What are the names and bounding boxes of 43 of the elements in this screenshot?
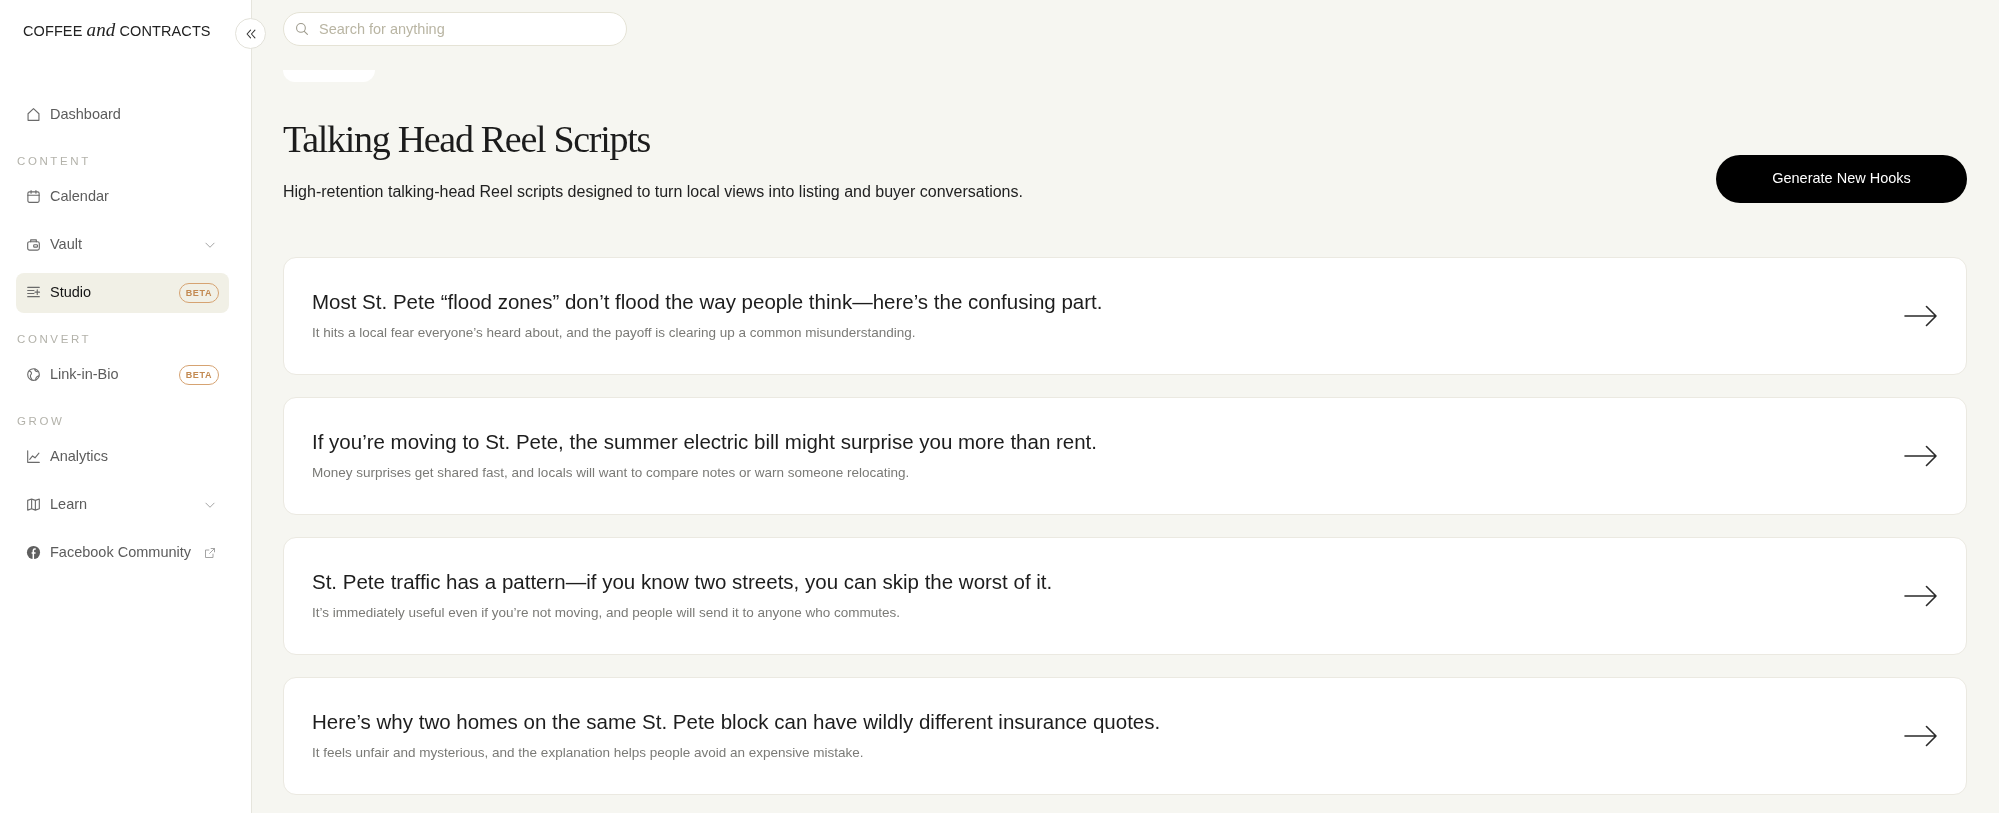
arrow-right-icon (1904, 583, 1937, 608)
calendar-icon (26, 189, 41, 204)
hook-title: Here’s why two homes on the same St. Pete block can have wildly different insurance quotes. (312, 708, 1161, 735)
arrow-right-icon (1904, 303, 1937, 328)
hook-description: Money surprises get shared fast, and locals will want to compare notes or warn someone relocating. (312, 463, 911, 482)
search-field[interactable]: Search for anything (283, 12, 627, 46)
nav-item[interactable]: Link-in-Bio BETA (16, 354, 229, 395)
hook-card[interactable]: St. Pete traffic has a pattern—if you know two streets, you can skip the worst of it. It’s immediately useful even if you’re not moving, and people will send it to anyone who commutes. (283, 536, 1967, 655)
facebook-icon (26, 545, 41, 560)
page-title: Talking Head Reel Scripts (283, 118, 651, 162)
hook-description: It’s immediately useful even if you’re not moving, and people will send it to anyone who commutes. (312, 603, 902, 622)
nav-item[interactable]: Facebook Community (16, 532, 229, 573)
nav-item[interactable]: Learn (16, 484, 229, 525)
arrow-right-icon (1904, 723, 1937, 748)
hook-card[interactable]: Most St. Pete “flood zones” don’t flood the way people think—here’s the confusing part. It hits a local fear everyone’s heard about, and the payoff is clearing up a common misunderstanding. (283, 256, 1967, 375)
hook-description: It feels unfair and mysterious, and the explanation helps people avoid an expensive mistake. (312, 743, 865, 762)
external-link-icon (204, 546, 216, 559)
nav-item[interactable]: Calendar (16, 176, 229, 217)
nav-item[interactable]: Studio BETA (16, 272, 229, 313)
nav-item[interactable]: Analytics (16, 436, 229, 477)
text-lines-icon (26, 285, 41, 300)
collapse-sidebar-button[interactable] (235, 18, 266, 49)
nav-item[interactable]: Dashboard (16, 94, 229, 135)
hook-title: St. Pete traffic has a pattern—if you know two streets, you can skip the worst of it. (312, 568, 1053, 595)
page-subtitle: High-retention talking-head Reel scripts designed to turn local views into listing and buyer conversations. (283, 181, 1023, 202)
hook-card[interactable]: If you’re moving to St. Pete, the summer electric bill might surprise you more than rent. Money surprises get shared fast, and locals will want to compare notes or warn someone relocating. (283, 396, 1967, 515)
search-icon (295, 22, 309, 36)
generate-hooks-button[interactable]: Generate New Hooks (1716, 154, 1967, 203)
hook-title: If you’re moving to St. Pete, the summer electric bill might surprise you more than rent. (312, 428, 1098, 455)
brand-logo: COFFEE and CONTRACTS (23, 19, 211, 42)
hook-title: Most St. Pete “flood zones” don’t flood the way people think—here’s the confusing part. (312, 288, 1103, 315)
section-heading: CONVERT (17, 331, 92, 347)
nav-item[interactable]: Vault (16, 224, 229, 265)
arrow-right-icon (1904, 443, 1937, 468)
wallet-icon (26, 237, 41, 252)
map-icon (26, 497, 41, 512)
hook-description: It hits a local fear everyone’s heard about, and the payoff is clearing up a common misunderstanding. (312, 323, 917, 342)
section-heading: GROW (17, 413, 65, 429)
section-heading: CONTENT (17, 153, 91, 169)
line-chart-icon (26, 449, 41, 464)
home-icon (26, 107, 41, 122)
globe-icon (26, 367, 41, 382)
hook-card[interactable]: Here’s why two homes on the same St. Pete block can have wildly different insurance quotes. It feels unfair and mysterious, and the explanation helps people avoid an expensive mistake. (283, 676, 1967, 795)
